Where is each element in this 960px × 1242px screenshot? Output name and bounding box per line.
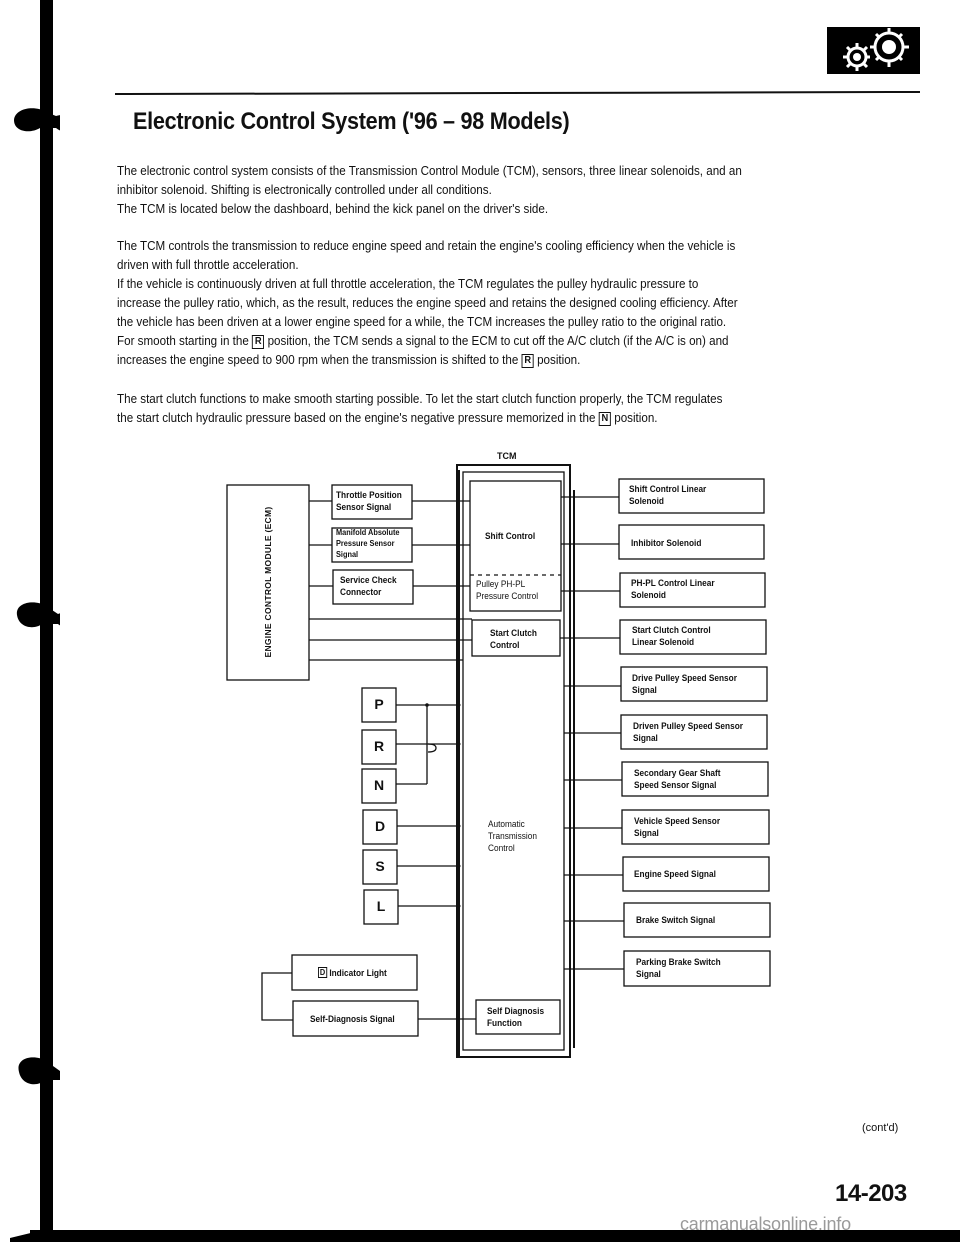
- right-item-label: Driven Pulley Speed Sensor Signal: [633, 720, 743, 744]
- label-line: Driven Pulley Speed Sensor: [633, 721, 743, 731]
- tcm-outer-box: [456, 464, 571, 1058]
- label-line: Pressure Sensor: [336, 539, 395, 548]
- label-line: Self Diagnosis: [487, 1006, 545, 1016]
- position-l: L: [376, 898, 386, 914]
- position-s: S: [375, 858, 385, 874]
- position-p: P: [374, 696, 384, 712]
- right-item-label: Drive Pulley Speed Sensor Signal: [632, 672, 737, 696]
- right-item-label: PH-PL Control Linear Solenoid: [631, 577, 715, 601]
- service-check-label: Service Check Connector: [340, 574, 397, 598]
- right-item-label: Parking Brake Switch Signal: [636, 956, 721, 980]
- label-line: Control: [488, 843, 515, 853]
- label-line: Throttle Position: [336, 490, 402, 500]
- label-line: Start Clutch Control: [632, 625, 711, 635]
- label-line: Linear Solenoid: [632, 637, 695, 647]
- right-item-label: Shift Control Linear Solenoid: [629, 483, 706, 507]
- right-item-label: Vehicle Speed Sensor Signal: [634, 815, 720, 839]
- label-line: Pressure Control: [476, 591, 539, 601]
- watermark: carmanualsonline.info: [680, 1214, 851, 1234]
- right-item-label: Secondary Gear Shaft Speed Sensor Signal: [634, 767, 721, 791]
- label-line: Shift Control Linear: [629, 484, 707, 494]
- label-line: Drive Pulley Speed Sensor: [632, 673, 737, 683]
- label-line: PH-PL Control Linear: [631, 578, 715, 588]
- label-line: Signal: [336, 550, 359, 559]
- atc-label: Automatic Transmission Control: [488, 818, 537, 854]
- position-n: N: [373, 777, 385, 793]
- continued-note: (cont'd): [862, 1122, 899, 1134]
- right-item-label: Inhibitor Solenoid: [631, 538, 702, 548]
- label-line: Vehicle Speed Sensor: [634, 816, 721, 826]
- label-line: Solenoid: [629, 496, 664, 506]
- label-line: Signal: [636, 969, 661, 979]
- label-line: Parking Brake Switch: [636, 957, 721, 967]
- self-diagnosis-label: Self Diagnosis Function: [487, 1005, 544, 1029]
- label-line: Signal: [632, 685, 657, 695]
- label-line: Transmission: [488, 831, 537, 841]
- label-line: Speed Sensor Signal: [634, 780, 717, 790]
- label-line: Connector: [340, 587, 382, 597]
- label-line: Control: [490, 640, 520, 650]
- pulley-control-label: Pulley PH-PL Pressure Control: [476, 578, 538, 602]
- label-line: Signal: [634, 828, 659, 838]
- right-item-label: Engine Speed Signal: [634, 869, 716, 879]
- label-line: Automatic: [488, 819, 525, 829]
- indicator-light-label: D Indicator Light: [318, 967, 387, 979]
- right-item-label: Start Clutch Control Linear Solenoid: [632, 624, 711, 648]
- label-text: Indicator Light: [329, 968, 387, 978]
- start-clutch-label: Start Clutch Control: [490, 627, 537, 651]
- tps-label: Throttle Position Sensor Signal: [336, 489, 402, 513]
- block-diagram: [226, 464, 771, 1058]
- tcm-title: TCM: [497, 451, 517, 461]
- label-line: Sensor Signal: [336, 502, 392, 512]
- position-d: D: [374, 818, 386, 834]
- tcm-inner-box: [462, 471, 565, 1051]
- label-line: Manifold Absolute: [336, 528, 400, 537]
- shift-control-label: Shift Control: [485, 531, 536, 541]
- label-line: Secondary Gear Shaft: [634, 768, 721, 778]
- label-line: Start Clutch: [490, 628, 537, 638]
- ecm-label: ENGINE CONTROL MODULE (ECM): [263, 506, 273, 658]
- label-line: Pulley PH-PL: [476, 579, 526, 589]
- position-r: R: [373, 738, 385, 754]
- self-diag-signal-label: Self-Diagnosis Signal: [310, 1014, 395, 1024]
- label-line: Signal: [633, 733, 658, 743]
- map-label: Manifold Absolute Pressure Sensor Signal: [336, 527, 400, 560]
- page-number: 14-203: [835, 1180, 907, 1207]
- label-line: Service Check: [340, 575, 397, 585]
- label-line: Function: [487, 1018, 522, 1028]
- right-item-label: Brake Switch Signal: [636, 915, 716, 925]
- d-indicator-icon: D: [318, 967, 327, 978]
- label-line: Solenoid: [631, 590, 666, 600]
